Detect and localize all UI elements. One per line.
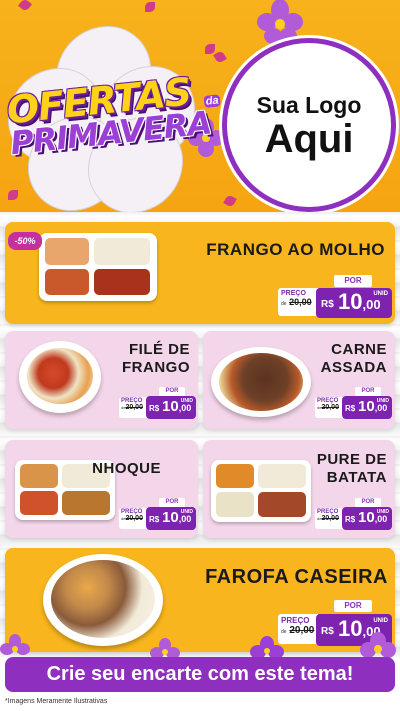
old-price-box: PREÇO de20,00 bbox=[119, 397, 149, 418]
currency-symbol: R$ bbox=[321, 299, 334, 310]
old-price-box: PREÇO de20,00 bbox=[119, 508, 149, 529]
currency-symbol: R$ bbox=[345, 404, 356, 413]
flower-decoration-icon bbox=[205, 44, 215, 54]
product-name: FRANGO AO MOLHO bbox=[206, 240, 385, 259]
price-integer: 10 bbox=[358, 398, 375, 415]
por-label: POR bbox=[159, 387, 185, 396]
product-image bbox=[211, 460, 311, 522]
product-image bbox=[19, 341, 101, 413]
footer-flower-decoration bbox=[0, 620, 400, 660]
create-flyer-button[interactable]: Crie seu encarte com este tema! bbox=[5, 657, 395, 692]
product-name-line-1: FILÉ DE bbox=[128, 341, 190, 358]
por-label: POR bbox=[355, 498, 381, 507]
price-tag: POR PREÇO de20,00 R$ 10,00 UNID bbox=[315, 387, 393, 421]
product-card-frango-ao-molho[interactable]: FRANGO AO MOLHO POR PREÇO de 20,00 R$ 10… bbox=[5, 222, 395, 324]
price-tag: POR PREÇO de 20,00 R$ 10,00 UNID bbox=[278, 275, 393, 321]
old-price: 20,00 bbox=[125, 404, 143, 411]
logo-text-line-1: Sua Logo bbox=[256, 91, 362, 118]
por-label: POR bbox=[159, 498, 185, 507]
old-price: 20,00 bbox=[321, 515, 339, 522]
product-image bbox=[39, 233, 157, 301]
old-price-box: PREÇO de 20,00 bbox=[278, 288, 318, 316]
price-tag: POR PREÇO de20,00 R$ 10,00 UNID bbox=[119, 498, 197, 532]
unit-label: UNID bbox=[376, 398, 389, 404]
price-tag: POR PREÇO de20,00 R$ 10,00 UNID bbox=[119, 387, 197, 421]
current-price: R$ 10,00 UNID bbox=[316, 288, 392, 318]
product-name-line-2: ASSADA bbox=[320, 359, 387, 376]
current-price: R$ 10,00 UNID bbox=[146, 396, 196, 419]
price-decimals: ,00 bbox=[362, 297, 381, 312]
price-decimals: ,00 bbox=[178, 514, 192, 524]
old-price-box: PREÇO de20,00 bbox=[315, 397, 345, 418]
old-price: 20,00 bbox=[321, 404, 339, 411]
currency-symbol: R$ bbox=[345, 515, 356, 524]
price-decimals: ,00 bbox=[178, 403, 192, 413]
header-banner: OFERTAS PRIMAVERA da Sua Logo Aqui bbox=[0, 0, 400, 220]
title-connector: da bbox=[203, 94, 222, 108]
por-label: POR bbox=[355, 387, 381, 396]
discount-badge: -50% bbox=[8, 232, 42, 250]
old-price-box: PREÇO de20,00 bbox=[315, 508, 345, 529]
product-card-nhoque[interactable]: NHOQUE POR PREÇO de20,00 R$ 10,00 UNID bbox=[5, 440, 198, 538]
disclaimer-text: *Imagens Meramente Ilustrativas bbox=[5, 698, 108, 705]
product-name-line-1: PURE DE bbox=[316, 451, 387, 468]
flower-decoration-icon bbox=[17, 0, 33, 13]
product-card-file-de-frango[interactable]: FILÉ DE FRANGO POR PREÇO de20,00 R$ 10,0… bbox=[5, 331, 198, 429]
product-card-pure-de-batata[interactable]: PURE DE BATATA POR PREÇO de20,00 R$ 10,0… bbox=[203, 440, 395, 538]
price-integer: 10 bbox=[162, 509, 179, 526]
purple-flower-icon bbox=[360, 632, 396, 658]
price-integer: 10 bbox=[338, 289, 363, 314]
preco-label: PREÇO bbox=[281, 290, 306, 297]
price-integer: 10 bbox=[162, 398, 179, 415]
flower-decoration-icon bbox=[145, 2, 155, 12]
old-price: 20,00 bbox=[125, 515, 143, 522]
price-decimals: ,00 bbox=[374, 403, 388, 413]
flower-decoration-icon bbox=[223, 194, 237, 208]
logo-text-line-2: Aqui bbox=[264, 116, 354, 161]
price-integer: 10 bbox=[358, 509, 375, 526]
de-label: de bbox=[281, 301, 287, 307]
unit-label: UNID bbox=[373, 291, 388, 297]
unit-label: UNID bbox=[180, 398, 193, 404]
product-name-line-2: FRANGO bbox=[122, 359, 190, 376]
product-name: FAROFA CASEIRA bbox=[205, 566, 388, 588]
product-card-carne-assada[interactable]: CARNE ASSADA POR PREÇO de20,00 R$ 10,00 … bbox=[203, 331, 395, 429]
por-label: POR bbox=[334, 275, 372, 287]
unit-label: UNID bbox=[376, 509, 389, 515]
product-name-line-1: CARNE bbox=[331, 341, 387, 358]
old-price: 20,00 bbox=[289, 297, 312, 307]
currency-symbol: R$ bbox=[149, 404, 160, 413]
price-decimals: ,00 bbox=[374, 514, 388, 524]
unit-label: UNID bbox=[180, 509, 193, 515]
product-name: NHOQUE bbox=[92, 460, 161, 477]
flower-decoration-icon bbox=[213, 50, 227, 64]
current-price: R$ 10,00 UNID bbox=[342, 396, 392, 419]
product-image bbox=[211, 347, 311, 417]
current-price: R$ 10,00 UNID bbox=[342, 507, 392, 530]
price-tag: POR PREÇO de20,00 R$ 10,00 UNID bbox=[315, 498, 393, 532]
currency-symbol: R$ bbox=[149, 515, 160, 524]
por-label: POR bbox=[334, 600, 372, 612]
product-name-line-2: BATATA bbox=[326, 469, 387, 486]
logo-placeholder[interactable]: Sua Logo Aqui bbox=[222, 38, 396, 212]
current-price: R$ 10,00 UNID bbox=[146, 507, 196, 530]
